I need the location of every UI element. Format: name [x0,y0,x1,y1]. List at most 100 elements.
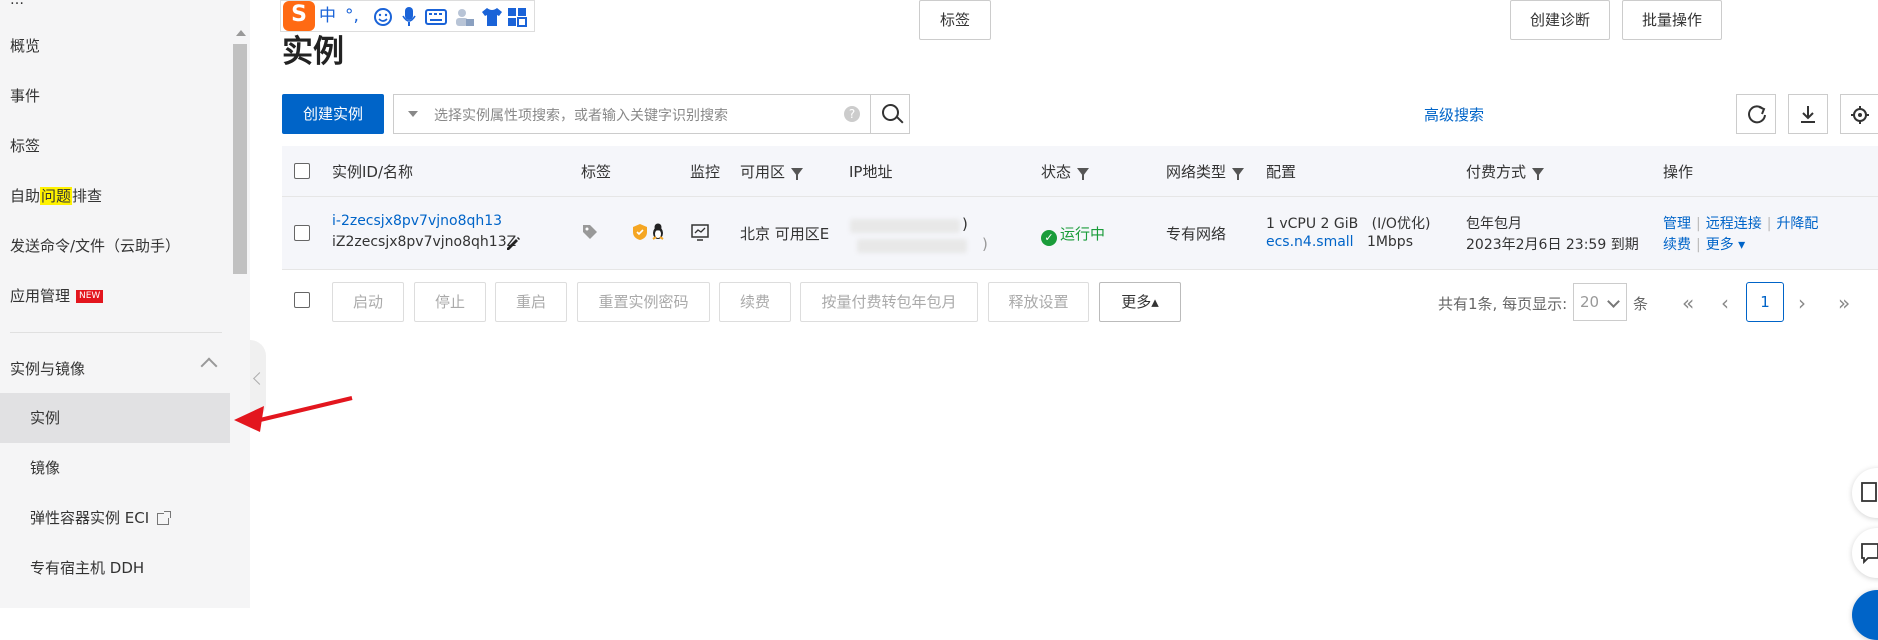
ip-suffix: ) [962,215,968,233]
keyboard-icon[interactable] [425,8,447,26]
row-checkbox[interactable] [294,225,310,241]
bandwidth-value: 1Mbps [1366,234,1413,250]
manage-link[interactable]: 管理 [1663,216,1691,232]
toolbox-grid-icon[interactable] [507,7,527,27]
refresh-button[interactable] [1736,94,1776,134]
monitor-chart-icon[interactable] [691,223,709,241]
select-all-checkbox[interactable] [294,163,310,179]
column-header-network[interactable]: 网络类型 [1166,161,1245,182]
reset-password-button[interactable]: 重置实例密码 [577,282,710,322]
batch-operations-button[interactable]: 批量操作 [1622,0,1722,40]
config-spec: 1 vCPU 2 GiB (I/O优化) [1266,213,1430,233]
external-link-icon [157,510,172,525]
sidebar-item-app-management[interactable]: 应用管理 NEW [10,286,104,306]
filter-icon[interactable] [1077,168,1090,180]
convert-billing-button[interactable]: 按量付费转包年包月 [800,282,978,322]
search-highlight: 问题 [40,187,73,205]
gear-icon [1851,106,1869,124]
floating-assistant-button[interactable] [1852,590,1878,640]
instance-type-link[interactable]: ecs.n4.small [1266,234,1354,250]
column-header-billing[interactable]: 付费方式 [1466,161,1545,182]
sidebar-group-instances-images[interactable]: 实例与镜像 [10,357,218,379]
more-button[interactable]: 更多▴ [1099,282,1181,322]
separator: | [1696,216,1701,232]
network-type: 专有网络 [1166,225,1227,243]
ime-chinese-mode[interactable]: 中 [319,5,336,27]
upgrade-link[interactable]: 升降配 [1776,216,1818,232]
sidebar-item-self-troubleshoot[interactable]: 自助问题排查 [10,186,102,206]
download-icon [1801,106,1815,123]
table-row: i-2zecsjx8pv7vjno8qh13 iZ2zecsjx8pv7vjno… [282,196,1878,270]
microphone-icon[interactable] [401,6,417,28]
column-header-status[interactable]: 状态 [1041,161,1090,182]
feedback-icon [1861,543,1878,565]
floating-docs-button[interactable] [1852,468,1878,518]
restart-button[interactable]: 重启 [495,282,567,322]
sidebar-item-cut: … [10,0,24,8]
stop-button[interactable]: 停止 [414,282,486,322]
red-annotation-arrow [234,396,353,432]
start-button[interactable]: 启动 [332,282,404,322]
chevron-left-icon [253,372,266,385]
page-size-unit: 条 [1633,295,1649,313]
column-header-actions: 操作 [1663,163,1694,181]
settings-button[interactable] [1840,94,1878,134]
filter-icon[interactable] [791,168,804,180]
linux-penguin-icon [652,223,664,240]
sidebar-item-images[interactable]: 镜像 [30,458,60,478]
release-settings-button[interactable]: 释放设置 [988,282,1089,322]
help-icon[interactable]: ? [844,106,860,122]
last-page-button[interactable]: » [1838,291,1850,315]
sidebar-item-events[interactable]: 事件 [10,86,40,106]
sidebar-item-tags[interactable]: 标签 [10,136,40,156]
column-header-ip: IP地址 [849,163,893,181]
scrollbar-thumb[interactable] [233,44,247,274]
search-input[interactable]: 选择实例属性项搜索，或者输入关键字识别搜索 ? [393,94,871,134]
search-button[interactable] [870,94,910,134]
user-toolbox-icon[interactable] [453,6,475,28]
prev-page-button[interactable]: ‹ [1721,291,1729,315]
renew-link[interactable]: 续费 [1663,237,1691,253]
column-header-zone[interactable]: 可用区 [740,161,804,182]
remote-connect-link[interactable]: 远程连接 [1706,216,1762,232]
refresh-icon [1748,105,1766,124]
filter-icon[interactable] [1532,168,1545,180]
config-cpu-mem: 1 vCPU 2 GiB [1266,216,1359,232]
sidebar-item-overview[interactable]: 概览 [10,36,40,56]
next-page-button[interactable]: › [1798,291,1806,315]
create-diagnosis-button[interactable]: 创建诊断 [1510,0,1610,40]
renew-button[interactable]: 续费 [719,282,791,322]
page-size-select[interactable]: 20 [1573,283,1627,321]
sidebar-group-label: 实例与镜像 [10,360,86,378]
create-instance-button[interactable]: 创建实例 [282,94,384,134]
filter-icon[interactable] [1232,168,1245,180]
scroll-up-arrow-icon[interactable] [236,30,246,36]
instance-id-link[interactable]: i-2zecsjx8pv7vjno8qh13 [332,213,502,229]
sidebar-item-label: 自助 [10,187,41,205]
search-field-dropdown-icon[interactable] [408,111,418,117]
tag-icon[interactable] [581,223,599,241]
page-size-value: 20 [1580,293,1600,311]
edit-pencil-icon[interactable] [504,234,522,252]
more-actions-link[interactable]: 更多 ▾ [1706,237,1745,253]
current-page-button[interactable]: 1 [1746,282,1784,322]
zone-value: 北京 可用区E [740,225,830,243]
column-header-id: 实例ID/名称 [332,163,414,181]
footer-select-all-checkbox[interactable] [294,292,310,308]
row-actions-line1: 管理 | 远程连接 | 升降配 [1663,213,1818,233]
export-button[interactable] [1788,94,1828,134]
advanced-search-link[interactable]: 高级搜索 [1424,104,1484,125]
column-header-monitor: 监控 [690,163,721,181]
emoji-icon[interactable] [373,7,393,27]
sidebar-item-ddh[interactable]: 专有宿主机 DDH [30,558,144,578]
ime-punctuation[interactable]: °, [345,5,359,27]
sidebar-item-instances[interactable]: 实例 [30,408,60,428]
sidebar-item-label: 排查 [72,187,103,205]
sidebar-item-cloud-assistant[interactable]: 发送命令/文件（云助手） [10,236,180,256]
security-shield-icon [633,224,647,240]
first-page-button[interactable]: « [1682,291,1694,315]
floating-feedback-button[interactable] [1852,528,1878,578]
tag-filter-button[interactable]: 标签 [919,0,991,40]
skin-shirt-icon[interactable] [481,7,503,27]
sidebar-item-eci[interactable]: 弹性容器实例 ECI [30,508,172,528]
